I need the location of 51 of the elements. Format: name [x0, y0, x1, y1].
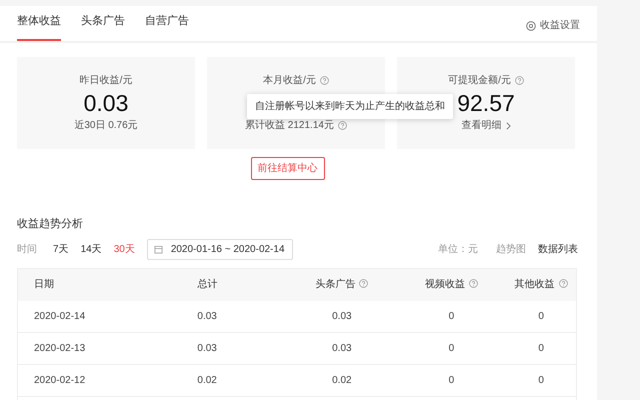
card-footer-text: 累计收益 2121.14元 — [245, 118, 334, 133]
help-icon[interactable] — [558, 279, 568, 288]
section-title: 收益趋势分析 — [17, 216, 83, 232]
details-link[interactable]: 查看明细 — [462, 118, 510, 133]
stat-value: 0.03 — [84, 90, 128, 116]
tab[interactable]: 自营广告 — [145, 6, 189, 41]
calendar-icon — [154, 244, 163, 254]
card-title: 可提现金额/元 — [448, 74, 511, 88]
help-icon[interactable] — [468, 279, 478, 288]
table-cell: 0.03 — [332, 310, 352, 322]
help-icon[interactable] — [514, 76, 524, 85]
table-cell: 2020-02-13 — [34, 342, 86, 354]
card-title: 昨日收益/元 — [80, 74, 132, 88]
table-cell: 0 — [448, 310, 454, 322]
range-option[interactable]: 30天 — [114, 242, 135, 256]
table-cell: 0.03 — [197, 310, 217, 322]
column-header: 其他收益 — [514, 279, 555, 290]
table-cell: 0.02 — [332, 374, 352, 386]
help-icon[interactable] — [338, 121, 347, 130]
table-cell: 0 — [448, 342, 454, 354]
table-cell: 0 — [538, 374, 544, 386]
date-range-field[interactable]: 2020-01-16 ~ 2020-02-14 — [146, 238, 293, 260]
range-option[interactable]: 14天 — [80, 242, 102, 256]
column-header: 头条广告 — [315, 279, 356, 290]
settings-icon — [526, 20, 536, 30]
table-cell: 0.03 — [332, 342, 352, 354]
tab[interactable]: 整体收益 — [17, 6, 61, 41]
view-toggle[interactable]: 数据列表 — [538, 242, 578, 256]
table-cell: 2020-02-12 — [34, 374, 86, 386]
tab[interactable]: 头条广告 — [81, 6, 125, 41]
unit-label: 单位：元 — [438, 242, 478, 256]
column-header: 日期 — [34, 279, 54, 290]
tooltip: 自注册帐号以来到昨天为止产生的收益总和 — [247, 94, 453, 119]
table-cell: 0.03 — [197, 342, 217, 354]
range-option[interactable]: 7天 — [53, 242, 69, 256]
card-footer-text: 近30日 0.76元 — [74, 118, 138, 133]
help-icon[interactable] — [320, 76, 329, 85]
table-cell: 0.02 — [197, 374, 217, 386]
settings-link[interactable]: 收益设置 — [526, 18, 580, 33]
settlement-button[interactable]: 前往结算中心 — [250, 157, 324, 180]
card-title: 本月收益/元 — [263, 74, 316, 88]
chevron-right-icon — [506, 122, 510, 130]
column-header: 总计 — [197, 279, 218, 290]
help-icon[interactable] — [359, 279, 368, 288]
table-cell: 0 — [448, 374, 454, 386]
table-cell: 0 — [538, 310, 544, 322]
column-header: 视频收益 — [424, 279, 465, 290]
stat-value: 92.57 — [457, 90, 515, 116]
time-label: 时间 — [17, 242, 37, 256]
table-cell: 2020-02-14 — [34, 310, 86, 322]
table-cell: 0 — [538, 342, 544, 354]
